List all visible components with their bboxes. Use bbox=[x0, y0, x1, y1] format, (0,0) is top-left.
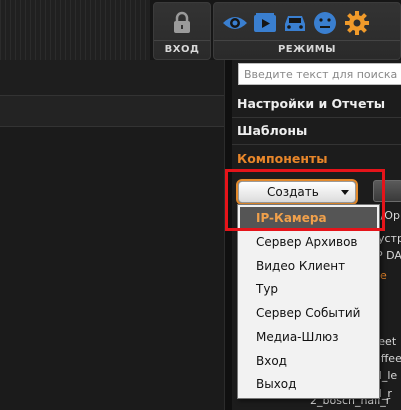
modes-group: РЕЖИМЫ bbox=[213, 2, 401, 60]
toolbar-background bbox=[0, 0, 150, 60]
gear-icon[interactable] bbox=[344, 10, 370, 36]
top-toolbar: ВХОД РЕЖИМЫ bbox=[0, 0, 401, 60]
divider bbox=[232, 144, 401, 145]
face-icon[interactable] bbox=[312, 10, 338, 36]
eye-icon[interactable] bbox=[222, 10, 248, 36]
menu-item-ip-camera[interactable]: IP-Камера bbox=[240, 207, 377, 229]
menu-item-media-gateway[interactable]: Медиа-Шлюз bbox=[240, 326, 377, 348]
menu-item-video-client[interactable]: Видео Клиент bbox=[240, 255, 377, 277]
modes-label: РЕЖИМЫ bbox=[214, 40, 400, 59]
lock-icon bbox=[174, 11, 190, 33]
menu-item-event-server[interactable]: Сервер Событий bbox=[240, 302, 377, 324]
workspace-area bbox=[0, 127, 224, 410]
section-components[interactable]: Компоненты bbox=[237, 151, 328, 166]
toolbar-button[interactable] bbox=[373, 180, 401, 202]
menu-item-archive-server[interactable]: Сервер Архивов bbox=[240, 231, 377, 253]
tree-item[interactable]: устр bbox=[378, 232, 401, 245]
create-dropdown-value: Создать bbox=[267, 185, 319, 199]
car-icon[interactable] bbox=[282, 10, 308, 36]
menu-item-tour[interactable]: Тур bbox=[240, 278, 377, 300]
login-label: ВХОД bbox=[154, 40, 210, 59]
search-input[interactable] bbox=[238, 63, 401, 85]
video-icon[interactable] bbox=[252, 10, 278, 36]
create-dropdown[interactable]: Создать bbox=[238, 181, 356, 203]
divider bbox=[232, 117, 401, 118]
menu-item-input[interactable]: Вход bbox=[240, 350, 377, 372]
create-menu: IP-Камера Сервер Архивов Видео Клиент Ту… bbox=[237, 204, 380, 399]
login-button[interactable]: ВХОД bbox=[153, 2, 211, 60]
tree-item[interactable]: e bbox=[380, 269, 401, 282]
chevron-down-icon bbox=[341, 190, 349, 195]
workspace-header bbox=[0, 60, 224, 96]
section-templates[interactable]: Шаблоны bbox=[237, 123, 307, 138]
workspace-band bbox=[0, 96, 224, 127]
section-settings[interactable]: Настройки и Отчеты bbox=[237, 96, 385, 111]
menu-item-output[interactable]: Выход bbox=[240, 373, 377, 395]
